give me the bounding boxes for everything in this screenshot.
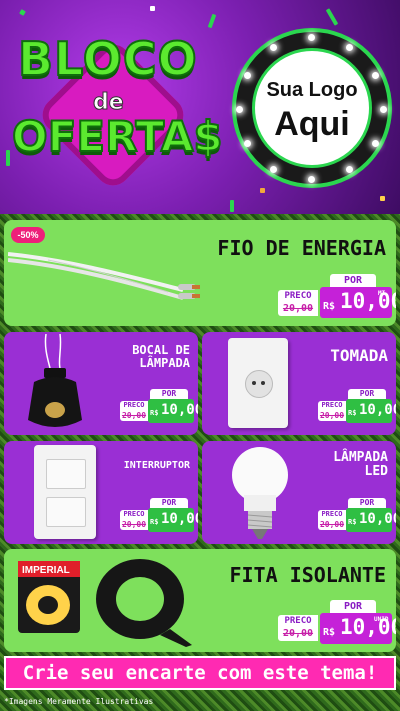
- light-bulb: [346, 166, 353, 173]
- tape-image: IMPERIAL: [18, 559, 192, 647]
- currency: R$: [150, 518, 159, 526]
- por-label: POR: [150, 498, 188, 508]
- logo-text-line1: Sua Logo: [266, 79, 358, 101]
- footnote: *Imagens Meramente Ilustrativas: [4, 697, 154, 706]
- socket-image: [28, 334, 82, 427]
- new-price-box: R$ 10,00: [148, 399, 198, 423]
- product-name-line1: BOCAL DE: [132, 343, 190, 357]
- discount-badge: -50%: [11, 227, 45, 243]
- promo-banner[interactable]: Crie seu encarte com este tema!: [4, 656, 396, 690]
- unit-label: MT: [378, 290, 386, 297]
- product-name: INTERRUPTOR: [123, 460, 190, 471]
- confetti: [150, 6, 155, 11]
- light-bulb: [244, 72, 251, 79]
- preco-label: PRECO: [278, 615, 318, 627]
- bloco-de-ofertas-logo: BLOCO de OFERTA$: [8, 22, 228, 212]
- product-name: FITA ISOLANTE: [229, 563, 386, 587]
- new-price-box: R$ 10,00 MT: [320, 287, 396, 318]
- product-name: LÂMPADA LED: [302, 451, 388, 478]
- light-bulb: [372, 140, 379, 147]
- light-bulb: [244, 140, 251, 147]
- logo-title-line1: BLOCO: [17, 31, 198, 87]
- old-price: 20,00: [278, 627, 318, 641]
- confetti: [380, 196, 385, 201]
- new-price: 10,00: [161, 402, 198, 418]
- preco-label: PRECO: [278, 290, 318, 302]
- product-card-bocal[interactable]: BOCAL DE LÂMPADA POR PRECO 20,00 R$ 10,0…: [4, 332, 198, 435]
- new-price: 10,00: [359, 402, 396, 418]
- por-label: POR: [348, 389, 386, 399]
- led-bulb-image: [232, 447, 288, 539]
- preco-label: PRECO: [318, 510, 346, 519]
- logo-circle: Sua Logo Aqui: [252, 48, 372, 168]
- outlet-image: [228, 338, 288, 428]
- new-price: 10,00: [340, 289, 396, 313]
- currency: R$: [323, 301, 336, 312]
- switch-button-bottom: [46, 497, 86, 527]
- switch-image: [34, 445, 96, 539]
- preco-label: PRECO: [120, 401, 148, 410]
- outlet-socket: [245, 370, 273, 398]
- light-bulb: [270, 44, 277, 51]
- product-card-tomada[interactable]: TOMADA POR PRECO 20,00 R$ 10,00: [202, 332, 396, 435]
- unit-label: UNID: [374, 616, 389, 623]
- logo-title-line3: OFERTA$: [11, 111, 224, 162]
- confetti: [230, 200, 234, 212]
- new-price: 10,00: [359, 511, 396, 527]
- preco-label: PRECO: [120, 510, 148, 519]
- new-price: 10,00: [161, 511, 198, 527]
- product-name: TOMADA: [330, 346, 388, 365]
- light-bulb: [270, 166, 277, 173]
- product-card-fita-isolante[interactable]: IMPERIAL FITA ISOLANTE POR PRECO 20,00 R…: [4, 549, 396, 652]
- confetti: [325, 8, 339, 26]
- new-price-box: R$ 10,00: [346, 399, 396, 423]
- por-label: POR: [150, 389, 188, 399]
- new-price-box: R$ 10,00: [346, 508, 396, 532]
- logo-text-line2: Aqui: [274, 105, 350, 143]
- currency: R$: [348, 409, 357, 417]
- light-bulb: [308, 34, 315, 41]
- old-price: 20,00: [120, 519, 148, 530]
- old-price: 20,00: [120, 410, 148, 421]
- old-price: 20,00: [278, 302, 318, 316]
- product-name: BOCAL DE LÂMPADA: [104, 344, 190, 369]
- product-name-line1: LÂMPADA: [333, 450, 388, 465]
- currency: R$: [323, 627, 336, 638]
- product-name-line2: LED: [364, 463, 388, 479]
- confetti: [260, 188, 265, 193]
- light-bulb: [346, 44, 353, 51]
- preco-label: PRECO: [318, 401, 346, 410]
- tape-brand-label: IMPERIAL: [22, 565, 70, 576]
- new-price-box: R$ 10,00 UNID: [320, 613, 396, 644]
- product-name-line2: LÂMPADA: [139, 355, 190, 370]
- por-label: POR: [330, 274, 376, 287]
- product-name: FIO DE ENERGIA: [217, 236, 386, 260]
- light-bulb: [372, 72, 379, 79]
- logo-placeholder[interactable]: Sua Logo Aqui: [232, 28, 392, 188]
- currency: R$: [348, 518, 357, 526]
- product-card-interruptor[interactable]: INTERRUPTOR POR PRECO 20,00 R$ 10,00: [4, 441, 198, 544]
- old-price: 20,00: [318, 519, 346, 530]
- header: BLOCO de OFERTA$ Sua Logo Aqui: [0, 0, 400, 214]
- currency: R$: [150, 409, 159, 417]
- light-bulb: [236, 106, 243, 113]
- light-bulb: [308, 176, 315, 183]
- product-card-fio-de-energia[interactable]: -50% FIO DE ENERGIA POR PRECO 20,00 R$ 1…: [4, 220, 396, 326]
- product-card-lampada-led[interactable]: LÂMPADA LED POR PRECO 20,00 R$ 10,00: [202, 441, 396, 544]
- new-price-box: R$ 10,00: [148, 508, 198, 532]
- por-label: POR: [348, 498, 386, 508]
- wire-image: [8, 252, 200, 300]
- por-label: POR: [330, 600, 376, 613]
- switch-button-top: [46, 459, 86, 489]
- old-price: 20,00: [318, 410, 346, 421]
- confetti: [19, 9, 26, 16]
- light-bulb: [380, 106, 387, 113]
